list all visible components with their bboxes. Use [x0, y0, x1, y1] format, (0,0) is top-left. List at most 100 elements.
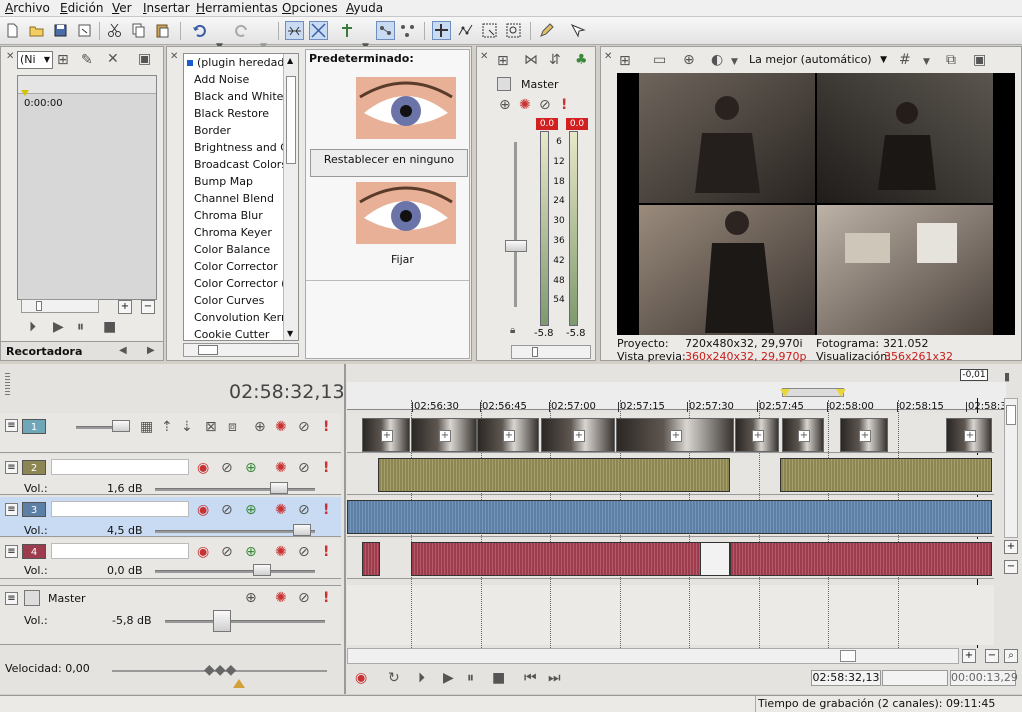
track-4-mute-icon[interactable]: ⊘ [298, 544, 310, 560]
overlays-dropdown-icon[interactable]: ▼ [923, 54, 930, 70]
normal-edit-tool-icon[interactable] [432, 21, 451, 40]
trimmer-zoom-in-button[interactable]: + [118, 300, 132, 314]
fx-list-item[interactable]: (plugin heredado) [184, 54, 298, 71]
fx-list[interactable]: (plugin heredado) Add Noise Black and Whit… [183, 53, 299, 341]
transport-time[interactable]: 02:58:32,13 [811, 670, 881, 686]
track-4-record-icon[interactable]: ◉ [197, 544, 209, 560]
fx-list-item[interactable]: Add Noise [184, 71, 298, 88]
clip-fx-icon[interactable]: + [503, 430, 515, 442]
trimmer-tool-icon[interactable]: ⊞ [57, 52, 69, 68]
track-3-record-icon[interactable]: ◉ [197, 502, 209, 518]
timeline-zoom-in-button[interactable]: + [962, 649, 976, 663]
external-monitor-icon[interactable]: ▭ [653, 52, 666, 68]
fx-list-item[interactable]: Channel Blend [184, 190, 298, 207]
video-clip-thumbnail[interactable]: + [946, 418, 992, 452]
record-icon[interactable]: ◉ [355, 670, 367, 686]
preview-close-icon[interactable]: ✕ [604, 49, 612, 65]
track-4-volume-slider[interactable] [155, 570, 315, 573]
track-2-fx-icon[interactable]: ✺ [275, 460, 287, 476]
pause-icon[interactable]: ⏸ [467, 670, 474, 686]
track-4-invert-icon[interactable]: ⊘ [221, 544, 233, 560]
timeline-zoom-tool-button[interactable]: ⌕ [1004, 649, 1018, 663]
track-3-collapse-button[interactable]: ≡ [5, 503, 18, 516]
track-1-composite-icon[interactable]: ▦ [140, 419, 153, 435]
track-4-header[interactable]: ≡ 4 ◉ ⊘ ⊕ ✺ ⊘ ! Vol.: 0,0 dB [0, 539, 341, 579]
fx-list-item[interactable]: Color Curves [184, 292, 298, 309]
clip-fx-icon[interactable]: + [439, 430, 451, 442]
track-2-volume-knob[interactable] [270, 482, 288, 494]
menu-ayuda[interactable]: Ayuda [346, 1, 383, 15]
trimmer-dropdown[interactable]: (Ni ▼ [17, 51, 53, 69]
cut-icon[interactable] [105, 21, 124, 40]
master-mute-icon[interactable]: ⊘ [298, 590, 310, 606]
master-volume-slider[interactable] [165, 620, 325, 623]
video-clip-thumbnail[interactable]: + [477, 418, 539, 452]
video-clip-thumbnail[interactable]: + [782, 418, 824, 452]
master-collapse-button[interactable]: ≡ [5, 592, 18, 605]
play-icon[interactable]: ▶ [443, 670, 454, 686]
track-3-fx-icon[interactable]: ✺ [275, 502, 287, 518]
overlays-icon[interactable]: # [899, 52, 911, 68]
track-2-header[interactable]: ≡ 2 ◉ ⊘ ⊕ ✺ ⊘ ! Vol.: 1,6 dB [0, 455, 341, 495]
video-clip-thumbnail[interactable]: + [616, 418, 734, 452]
paste-icon[interactable] [153, 21, 172, 40]
fx-list-item[interactable]: Convolution Kerne [184, 309, 298, 326]
video-clip-thumbnail[interactable]: + [362, 418, 410, 452]
tab-recortadora[interactable]: Recortadora [6, 345, 82, 358]
track-height-zoom-out-button[interactable]: − [1004, 560, 1018, 574]
mixer-bus-icon[interactable]: ⇵ [549, 52, 561, 68]
mixer-fx-icon[interactable]: ♣ [575, 52, 588, 68]
track-2-envelope-icon[interactable]: ⊕ [245, 460, 257, 476]
track-3-volume-slider[interactable] [155, 530, 315, 533]
timeline-grip[interactable] [5, 373, 10, 397]
trimmer-area[interactable]: 0:00:00 [17, 75, 157, 300]
transport-selection-end[interactable] [882, 670, 948, 686]
master-envelope-icon[interactable]: ⊕ [245, 590, 257, 606]
save-snapshot-icon[interactable]: ▣ [973, 52, 986, 68]
lock-envelopes-icon[interactable] [376, 21, 395, 40]
track-2-mute-icon[interactable]: ⊘ [298, 460, 310, 476]
zoom-tool-icon[interactable] [504, 21, 523, 40]
track-1-collapse-button[interactable]: ≡ [5, 419, 18, 432]
trimmer-pause-icon[interactable]: ⏸ [77, 319, 84, 335]
fx-list-item[interactable]: Border [184, 122, 298, 139]
track-3-name-field[interactable] [51, 501, 189, 517]
track-3-invert-icon[interactable]: ⊘ [221, 502, 233, 518]
track-4-solo-icon[interactable]: ! [323, 544, 329, 560]
mixer-scrollbar[interactable] [511, 345, 591, 359]
fix-preset-label[interactable]: Fijar [391, 253, 414, 266]
mixer-lock-icon[interactable]: 🔒︎ [510, 323, 515, 339]
mixer-envelope-icon[interactable]: ⊕ [499, 97, 511, 113]
track-1-motion-icon[interactable]: ⊠ [205, 419, 217, 435]
auto-crossfade-icon[interactable] [309, 21, 328, 40]
trimmer-delete-icon[interactable]: ✕ [107, 51, 119, 67]
master-fader-knob[interactable] [505, 240, 527, 252]
fx-list-item[interactable]: Color Balance [184, 241, 298, 258]
menu-ver[interactable]: Ver [112, 1, 132, 15]
video-clip-thumbnail[interactable]: + [411, 418, 477, 452]
track-3-mute-icon[interactable]: ⊘ [298, 502, 310, 518]
audio-clip-track-4-b[interactable] [411, 542, 701, 576]
loop-start-marker-icon[interactable] [780, 389, 790, 397]
mixer-fx-chain-icon[interactable]: ✺ [519, 97, 531, 113]
audio-clip-track-4-gap[interactable] [700, 542, 730, 576]
clip-fx-icon[interactable]: + [798, 430, 810, 442]
trimmer-edit-icon[interactable]: ✎ [81, 52, 93, 68]
track-2-name-field[interactable] [51, 459, 189, 475]
fx-list-item[interactable]: Brightness and Co [184, 139, 298, 156]
track-height-zoom-in-button[interactable]: + [1004, 540, 1018, 554]
clip-fx-icon[interactable]: + [964, 430, 976, 442]
speed-jog-icon[interactable]: ◆◆◆ [204, 662, 236, 678]
audio-clip-track-4-a[interactable] [362, 542, 380, 576]
reset-preset-button[interactable]: Restablecer en ninguno [310, 149, 468, 177]
tab-prev-icon[interactable]: ◀ [119, 343, 127, 359]
track-2-invert-icon[interactable]: ⊘ [221, 460, 233, 476]
track-3-envelope-icon[interactable]: ⊕ [245, 502, 257, 518]
mixer-solo-icon[interactable]: ! [561, 97, 567, 113]
master-bus-header[interactable]: ≡ Master ⊕ ✺ ⊘ ! Vol.: -5,8 dB [0, 585, 341, 645]
envelope-tool-icon[interactable] [456, 21, 475, 40]
snapping-icon[interactable] [338, 21, 357, 40]
tab-next-icon[interactable]: ▶ [147, 343, 155, 359]
video-clip-thumbnail[interactable]: + [840, 418, 888, 452]
preview-properties-icon[interactable]: ⊞ [619, 53, 631, 69]
